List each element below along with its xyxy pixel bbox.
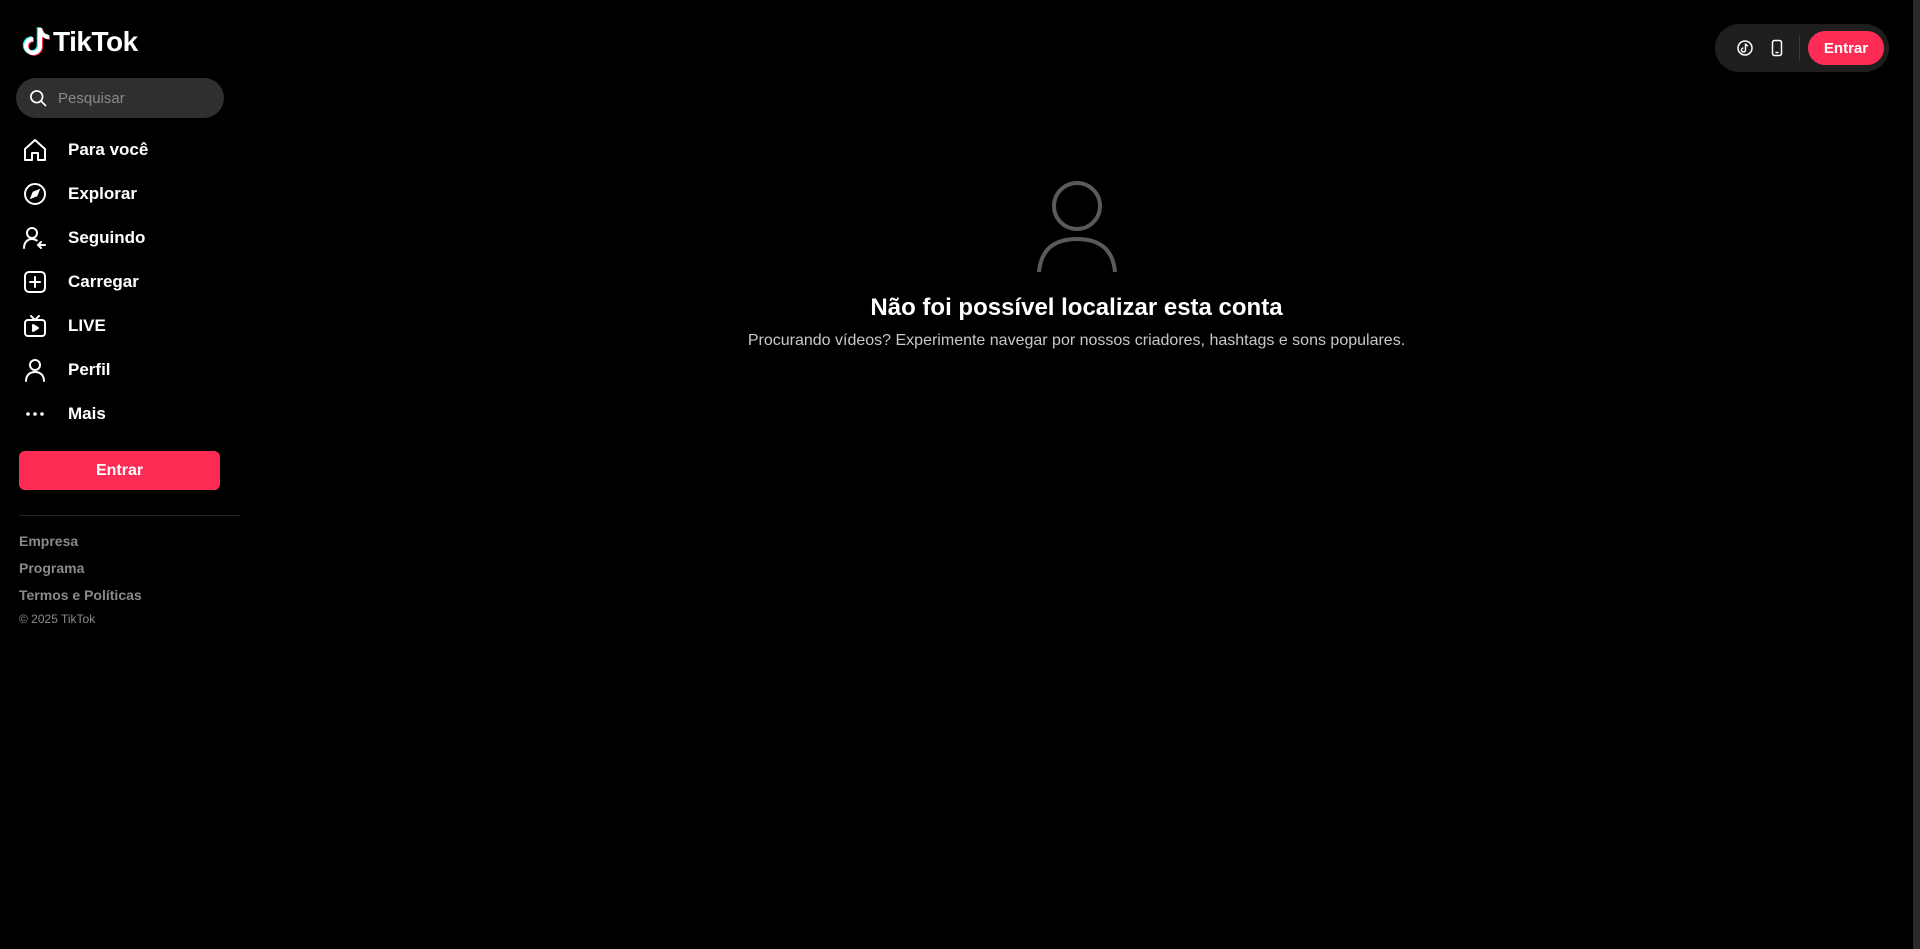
footer-link-empresa[interactable]: Empresa: [19, 531, 142, 558]
top-login-button[interactable]: Entrar: [1808, 31, 1884, 65]
sidebar-footer: Empresa Programa Termos e Políticas © 20…: [19, 531, 142, 626]
tiktok-coin-icon: [1737, 40, 1753, 56]
sidebar-item-label: Seguindo: [68, 228, 146, 247]
search-box[interactable]: [16, 78, 224, 118]
upload-icon: [24, 271, 46, 293]
search-input[interactable]: [56, 88, 216, 108]
sidebar-nav: Para você Explorar Seguindo Carregar LIV…: [16, 128, 232, 436]
sidebar-item-label: Carregar: [68, 272, 139, 291]
sidebar: TikTok Para você Explorar: [0, 0, 240, 949]
profile-icon: [25, 359, 45, 382]
sidebar-item-mais[interactable]: Mais: [16, 392, 232, 436]
sidebar-divider: [19, 515, 240, 516]
sidebar-item-label: Para você: [68, 140, 149, 159]
coins-button[interactable]: [1729, 32, 1761, 64]
main-content: Não foi possível localizar esta conta Pr…: [240, 0, 1913, 949]
top-toolbar: Entrar: [1715, 24, 1889, 72]
mobile-app-icon: [1771, 39, 1783, 57]
toolbar-divider: [1799, 35, 1800, 61]
logo-text: TikTok: [53, 26, 138, 57]
following-icon: [23, 227, 46, 249]
footer-link-termos[interactable]: Termos e Políticas: [19, 585, 142, 612]
live-tv-icon: [24, 315, 46, 337]
sidebar-item-live[interactable]: LIVE: [16, 304, 232, 348]
sidebar-item-para-voce[interactable]: Para você: [16, 128, 232, 172]
tiktok-note-icon: [22, 27, 50, 56]
sidebar-item-perfil[interactable]: Perfil: [16, 348, 232, 392]
page-scrollbar[interactable]: [1913, 0, 1920, 949]
empty-state: Não foi possível localizar esta conta Pr…: [240, 178, 1913, 350]
copyright-text: © 2025 TikTok: [19, 612, 96, 626]
sidebar-item-label: Perfil: [68, 360, 111, 379]
sidebar-item-explorar[interactable]: Explorar: [16, 172, 232, 216]
sidebar-item-carregar[interactable]: Carregar: [16, 260, 232, 304]
get-app-button[interactable]: [1761, 32, 1793, 64]
sidebar-item-label: Explorar: [68, 184, 137, 203]
sidebar-item-seguindo[interactable]: Seguindo: [16, 216, 232, 260]
compass-icon: [24, 183, 46, 205]
user-outline-icon: [1036, 181, 1117, 273]
sidebar-login-button[interactable]: Entrar: [19, 451, 220, 490]
empty-state-subtitle: Procurando vídeos? Experimente navegar p…: [747, 332, 1406, 349]
search-icon: [30, 90, 47, 107]
sidebar-item-label: Mais: [68, 404, 106, 423]
sidebar-item-label: LIVE: [68, 316, 106, 335]
home-icon: [24, 139, 46, 161]
empty-state-title: Não foi possível localizar esta conta: [870, 294, 1283, 321]
footer-link-programa[interactable]: Programa: [19, 558, 142, 585]
tiktok-logo[interactable]: TikTok: [22, 24, 138, 60]
more-icon: [26, 412, 44, 416]
